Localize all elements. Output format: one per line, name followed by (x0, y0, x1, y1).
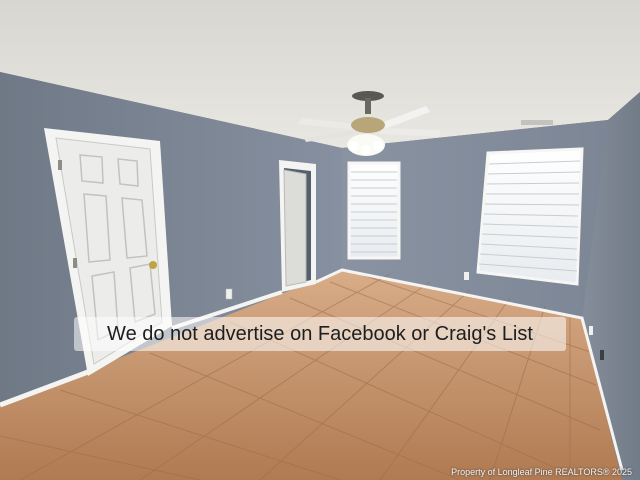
wall-outlet (464, 272, 469, 280)
door-hinge (58, 160, 62, 170)
room-photo: We do not advertise on Facebook or Craig… (0, 0, 640, 480)
photo-credit: Property of Longleaf Pine REALTORS® 2025 (451, 467, 632, 477)
window-right (476, 147, 584, 286)
wall-outlet (600, 350, 604, 360)
advertising-notice: We do not advertise on Facebook or Craig… (107, 323, 533, 345)
light-switch (589, 326, 593, 335)
door-hinge (73, 258, 77, 268)
ceiling-vent (521, 120, 553, 125)
wall-outlet (225, 288, 233, 300)
room-illustration (0, 0, 640, 480)
closet-door (283, 169, 307, 287)
door-knob (149, 261, 157, 269)
